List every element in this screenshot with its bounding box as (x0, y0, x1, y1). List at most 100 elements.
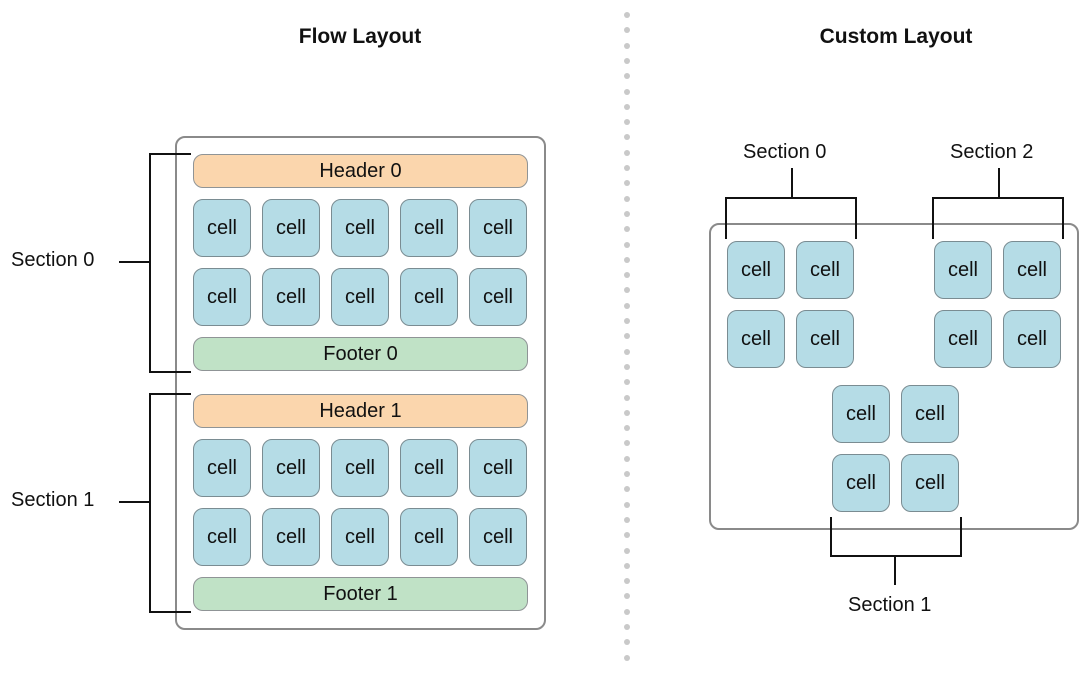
flow-cell: cell (469, 439, 527, 497)
flow-cell: cell (469, 508, 527, 566)
flow-section-0-label: Section 0 (11, 249, 95, 271)
custom-section-0-cell: cell (796, 241, 854, 299)
divider-dot (624, 578, 630, 585)
custom-section-0-cell: cell (796, 310, 854, 368)
flow-footer-1: Footer 1 (193, 577, 528, 611)
flow-header-1: Header 1 (193, 394, 528, 428)
divider-dot (624, 302, 630, 309)
section-0-leader (119, 261, 149, 263)
divider-dot (624, 42, 630, 49)
flow-cell: cell (400, 508, 458, 566)
divider-dot (624, 394, 630, 401)
divider-dot (624, 333, 630, 340)
flow-cell: cell (193, 508, 251, 566)
custom-section-0-bracket (725, 197, 857, 199)
section-1-bracket-top (149, 393, 191, 395)
divider-dot (624, 624, 630, 630)
section-0-bracket-bottom (149, 371, 191, 373)
flow-footer-0: Footer 0 (193, 337, 528, 371)
flow-cell: cell (262, 508, 320, 566)
flow-cell: cell (400, 199, 458, 257)
custom-section-2-leader (998, 168, 1000, 198)
custom-section-2-cell: cell (934, 241, 992, 299)
divider-dot (624, 57, 630, 64)
custom-section-2-bracket (932, 197, 1064, 199)
flow-section-1-label: Section 1 (11, 489, 95, 511)
divider-dot (624, 363, 630, 370)
flow-cell: cell (331, 439, 389, 497)
divider-dot (624, 149, 630, 156)
custom-section-2-cell: cell (1003, 310, 1061, 368)
flow-cell: cell (400, 439, 458, 497)
custom-section-2-cell: cell (1003, 241, 1061, 299)
section-1-bracket-bottom (149, 611, 191, 613)
custom-section-0-cell: cell (727, 310, 785, 368)
custom-section-1-cell: cell (901, 385, 959, 443)
custom-section-1-bracket-right (960, 517, 962, 557)
divider-dot (624, 486, 630, 493)
divider-dot (624, 165, 630, 171)
custom-section-1-bracket-left (830, 517, 832, 557)
custom-section-2-label: Section 2 (950, 141, 1034, 163)
divider-dot (624, 210, 630, 217)
flow-cell: cell (331, 508, 389, 566)
divider-dot (624, 532, 630, 539)
flow-layout-title: Flow Layout (298, 25, 422, 48)
flow-cell: cell (262, 199, 320, 257)
divider-dot (624, 471, 630, 477)
section-1-bracket (149, 393, 151, 613)
section-0-bracket (149, 153, 151, 373)
divider-dot (624, 425, 630, 432)
divider-dot (624, 12, 630, 18)
divider-dot (624, 226, 630, 233)
divider-dot (624, 639, 630, 646)
divider-dot (624, 501, 630, 508)
custom-section-1-cell: cell (832, 385, 890, 443)
dotted-divider (624, 10, 630, 665)
divider-dot (624, 27, 630, 34)
flow-cell: cell (262, 268, 320, 326)
divider-dot (624, 318, 630, 324)
section-0-bracket-top (149, 153, 191, 155)
divider-dot (624, 562, 630, 569)
divider-dot (624, 455, 630, 462)
divider-dot (624, 180, 630, 187)
flow-cell: cell (331, 268, 389, 326)
flow-cell: cell (193, 439, 251, 497)
divider-dot (624, 593, 630, 600)
custom-section-0-cell: cell (727, 241, 785, 299)
flow-cell: cell (193, 199, 251, 257)
flow-cell: cell (331, 199, 389, 257)
divider-dot (624, 440, 630, 447)
divider-dot (624, 88, 630, 95)
custom-section-2-bracket-right (1062, 197, 1064, 239)
custom-section-1-label: Section 1 (848, 594, 932, 616)
divider-dot (624, 119, 630, 126)
divider-dot (624, 348, 630, 355)
divider-dot (624, 608, 630, 615)
flow-cell: cell (400, 268, 458, 326)
divider-dot (624, 287, 630, 294)
custom-section-2-bracket-left (932, 197, 934, 239)
custom-section-1-bracket (830, 555, 962, 557)
flow-cell: cell (469, 268, 527, 326)
custom-section-2-cell: cell (934, 310, 992, 368)
divider-dot (624, 379, 630, 386)
custom-section-1-cell: cell (832, 454, 890, 512)
divider-dot (624, 134, 630, 141)
divider-dot (624, 654, 630, 661)
divider-dot (624, 516, 630, 523)
section-1-leader (119, 501, 149, 503)
flow-header-0: Header 0 (193, 154, 528, 188)
divider-dot (624, 103, 630, 110)
custom-section-0-leader (791, 168, 793, 198)
divider-dot (624, 73, 630, 80)
custom-section-1-leader (894, 555, 896, 585)
divider-dot (624, 256, 630, 263)
divider-dot (624, 547, 630, 554)
divider-dot (624, 409, 630, 416)
custom-section-0-bracket-right (855, 197, 857, 239)
flow-cell: cell (262, 439, 320, 497)
divider-dot (624, 272, 630, 279)
flow-cell: cell (193, 268, 251, 326)
